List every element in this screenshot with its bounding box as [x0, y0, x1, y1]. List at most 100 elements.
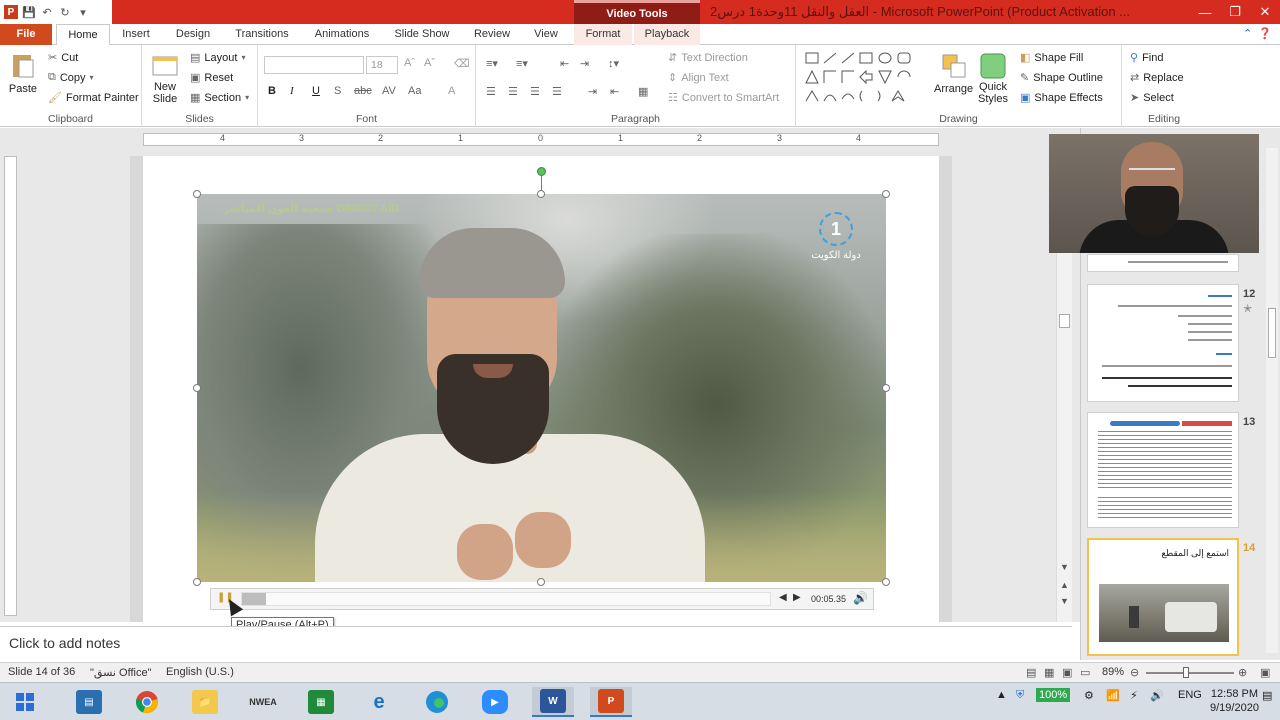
- slide-thumbnail-11[interactable]: [1087, 254, 1239, 272]
- notes-pane[interactable]: Click to add notes: [0, 626, 1072, 658]
- zoom-out-icon[interactable]: ⊖: [1130, 666, 1139, 679]
- reading-view-icon[interactable]: ▣: [1062, 666, 1072, 679]
- restore-button[interactable]: ❐: [1220, 0, 1250, 24]
- resize-handle[interactable]: [537, 578, 545, 586]
- taskbar-app-word[interactable]: W: [532, 687, 574, 717]
- font-color-button[interactable]: A: [448, 85, 455, 97]
- align-right-button[interactable]: ☰: [530, 85, 540, 98]
- shrink-font-button[interactable]: Aˇ: [424, 57, 435, 69]
- shield-icon[interactable]: ⛨: [1016, 689, 1024, 702]
- undo-icon[interactable]: ↶: [40, 5, 54, 19]
- format-painter-button[interactable]: 🖌 Format Painter: [48, 91, 139, 105]
- save-icon[interactable]: 💾: [22, 5, 36, 19]
- font-name-combo[interactable]: [264, 56, 364, 74]
- replace-button[interactable]: ⇄ Replace: [1130, 71, 1184, 85]
- bold-button[interactable]: B: [268, 85, 276, 97]
- scroll-down-icon[interactable]: ▼: [1060, 562, 1069, 572]
- tab-animations[interactable]: Animations: [306, 24, 378, 45]
- taskbar-app-chrome[interactable]: [126, 687, 168, 717]
- taskbar-app-edge[interactable]: [416, 687, 458, 717]
- thumbnail-scroll-thumb[interactable]: [1268, 308, 1276, 358]
- normal-view-icon[interactable]: ▤: [1026, 666, 1036, 679]
- columns-button[interactable]: ▦: [638, 85, 648, 98]
- tab-file[interactable]: File: [0, 24, 52, 45]
- section-button[interactable]: ▦ Section ▾: [190, 91, 249, 105]
- align-text-button[interactable]: ⇕ Align Text: [668, 71, 729, 85]
- slide-thumbnail-12[interactable]: [1087, 284, 1239, 402]
- new-slide-button[interactable]: New Slide: [150, 51, 180, 105]
- zoom-in-icon[interactable]: ⊕: [1238, 666, 1247, 679]
- taskbar-app-zoom[interactable]: ▶: [474, 687, 516, 717]
- tab-design[interactable]: Design: [168, 24, 218, 45]
- language-status[interactable]: English (U.S.): [166, 666, 234, 678]
- arrange-button[interactable]: Arrange: [934, 51, 973, 95]
- find-button[interactable]: ⚲ Find: [1130, 51, 1163, 65]
- move-back-button[interactable]: ◀: [779, 592, 787, 603]
- character-spacing-button[interactable]: AV: [382, 85, 396, 97]
- taskbar-app-computer[interactable]: ▤: [68, 687, 110, 717]
- vertical-ruler[interactable]: [4, 156, 17, 616]
- resize-handle[interactable]: [882, 190, 890, 198]
- slide-sorter-icon[interactable]: ▦: [1044, 666, 1054, 679]
- resize-handle[interactable]: [882, 578, 890, 586]
- video-frame[interactable]: جمعية العون المباشر DIRECT AID 1 دولة ال…: [197, 194, 886, 582]
- reset-button[interactable]: ▣ Reset: [190, 71, 233, 85]
- next-slide-icon[interactable]: ▼: [1060, 596, 1069, 606]
- tab-review[interactable]: Review: [466, 24, 518, 45]
- taskbar-app-calculator[interactable]: ▦: [300, 687, 342, 717]
- layout-button[interactable]: ▤ Layout ▾: [190, 51, 245, 65]
- resize-handle[interactable]: [537, 190, 545, 198]
- shape-fill-button[interactable]: ◧ Shape Fill: [1020, 51, 1083, 65]
- cut-button[interactable]: ✂ Cut: [48, 51, 78, 65]
- shadow-button[interactable]: S: [334, 85, 341, 97]
- align-left-button[interactable]: ☰: [486, 85, 496, 98]
- shape-effects-button[interactable]: ▣ Shape Effects: [1020, 91, 1103, 105]
- decrease-indent-button[interactable]: ⇤: [560, 57, 569, 70]
- customize-qat-icon[interactable]: ▾: [76, 5, 90, 19]
- volume-icon[interactable]: 🔊: [1150, 689, 1164, 702]
- rotation-handle[interactable]: [537, 167, 546, 176]
- minimize-button[interactable]: —: [1190, 0, 1220, 24]
- volume-icon[interactable]: 🔊: [853, 591, 868, 605]
- shape-outline-button[interactable]: ✎ Shape Outline: [1020, 71, 1103, 85]
- horizontal-ruler[interactable]: 4 3 2 1 0 1 2 3 4: [143, 133, 939, 146]
- network-icon[interactable]: 📶: [1106, 689, 1120, 702]
- redo-icon[interactable]: ↻: [58, 5, 72, 19]
- slideshow-icon[interactable]: ▭: [1080, 666, 1090, 679]
- convert-smartart-button[interactable]: ☷ Convert to SmartArt: [668, 91, 779, 105]
- justify-button[interactable]: ☰: [552, 85, 562, 98]
- text-direction-button[interactable]: ⇵ Text Direction: [668, 51, 748, 65]
- strikethrough-button[interactable]: abc: [354, 85, 372, 97]
- tray-app-icon[interactable]: ⚙: [1084, 689, 1094, 702]
- resize-handle[interactable]: [882, 384, 890, 392]
- taskbar-app-ie[interactable]: e: [358, 687, 400, 717]
- tab-view[interactable]: View: [526, 24, 566, 45]
- tab-home[interactable]: Home: [56, 24, 110, 46]
- resize-handle[interactable]: [193, 578, 201, 586]
- battery-indicator[interactable]: 100%: [1036, 688, 1071, 702]
- tab-format[interactable]: Format: [574, 24, 632, 45]
- select-button[interactable]: ➤ Select: [1130, 91, 1174, 105]
- zoom-level[interactable]: 89%: [1102, 666, 1124, 678]
- move-forward-button[interactable]: ▶: [793, 592, 801, 603]
- resize-handle[interactable]: [193, 190, 201, 198]
- italic-button[interactable]: I: [290, 85, 294, 97]
- scrollbar-thumb[interactable]: [1059, 314, 1070, 328]
- close-button[interactable]: ✕: [1250, 0, 1280, 24]
- tab-transitions[interactable]: Transitions: [226, 24, 298, 45]
- input-language[interactable]: ENG: [1178, 689, 1202, 701]
- increase-indent-button[interactable]: ⇥: [580, 57, 589, 70]
- thumbnail-scrollbar[interactable]: [1266, 148, 1278, 653]
- bullets-button[interactable]: ≡▾: [486, 57, 498, 70]
- align-center-button[interactable]: ☰: [508, 85, 518, 98]
- power-icon[interactable]: ⚡: [1130, 689, 1138, 702]
- shapes-gallery[interactable]: [804, 51, 924, 109]
- fit-to-window-icon[interactable]: ▣: [1260, 666, 1270, 679]
- taskbar-app-powerpoint[interactable]: P: [590, 687, 632, 717]
- ltr-button[interactable]: ⇥: [588, 85, 597, 98]
- slide-thumbnail-13[interactable]: [1087, 412, 1239, 528]
- start-button[interactable]: [4, 687, 46, 717]
- underline-button[interactable]: U: [312, 85, 320, 97]
- tab-playback[interactable]: Playback: [634, 24, 700, 45]
- clear-formatting-button[interactable]: ⌫: [454, 57, 470, 70]
